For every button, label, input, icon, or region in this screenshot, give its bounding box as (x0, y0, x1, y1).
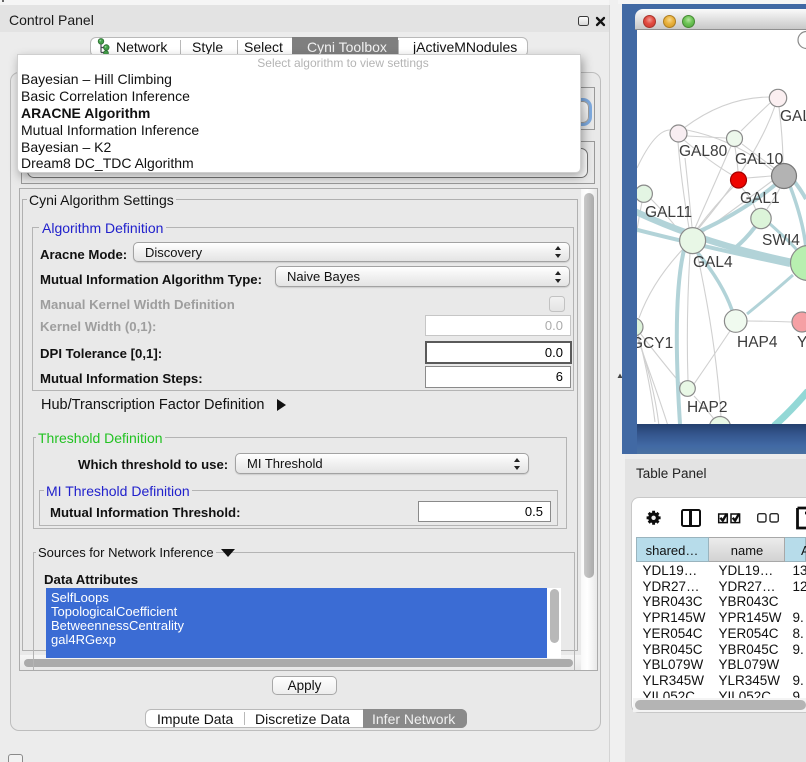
svg-text:GAL4: GAL4 (693, 254, 733, 271)
svg-text:HAP2: HAP2 (687, 399, 728, 416)
svg-text:GCY1: GCY1 (637, 335, 673, 352)
svg-text:SWI4: SWI4 (762, 232, 800, 249)
svg-text:HAP4: HAP4 (737, 334, 778, 351)
svg-text:GAL10: GAL10 (735, 151, 784, 168)
svg-text:GAL11: GAL11 (645, 204, 692, 221)
svg-text:GAL1: GAL1 (740, 190, 780, 207)
svg-text:YJL: YJL (797, 334, 806, 351)
svg-text:GAL7: GAL7 (780, 108, 806, 125)
svg-text:GAL80: GAL80 (679, 143, 728, 160)
